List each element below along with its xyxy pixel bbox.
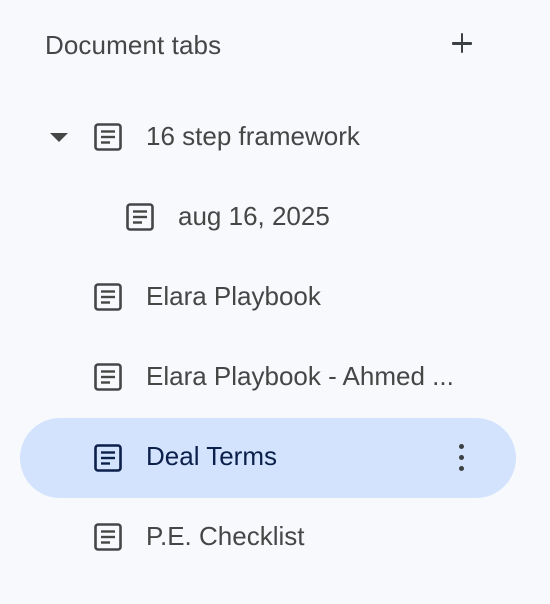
expand-caret-icon[interactable] — [50, 133, 68, 142]
tab-aug-16-2025[interactable]: aug 16, 2025 — [20, 177, 516, 257]
tab-label: P.E. Checklist — [146, 521, 305, 551]
tab-16-step-framework[interactable]: 16 step framework — [20, 97, 516, 177]
document-icon — [93, 282, 123, 312]
document-icon — [93, 122, 123, 152]
panel-header: Document tabs — [45, 26, 485, 66]
document-icon — [125, 202, 155, 232]
more-vert-icon[interactable] — [448, 442, 476, 474]
tab-label: Elara Playbook - Ahmed ... — [146, 361, 454, 391]
tab-label: Deal Terms — [146, 441, 278, 471]
panel-title: Document tabs — [45, 30, 222, 60]
tab-pe-checklist[interactable]: P.E. Checklist — [20, 497, 516, 577]
document-icon — [93, 443, 123, 473]
tab-label: 16 step framework — [146, 121, 360, 151]
tab-elara-playbook-ahmed[interactable]: Elara Playbook - Ahmed ... — [20, 337, 516, 417]
document-icon — [93, 362, 123, 392]
document-tabs-panel: Document tabs 16 step framework aug 16, … — [0, 0, 550, 604]
add-tab-button[interactable] — [447, 28, 477, 58]
tab-elara-playbook[interactable]: Elara Playbook — [20, 257, 516, 337]
tab-label: Elara Playbook — [146, 281, 321, 311]
document-icon — [93, 522, 123, 552]
tab-label: aug 16, 2025 — [178, 201, 330, 231]
tab-deal-terms[interactable]: Deal Terms — [20, 418, 516, 498]
